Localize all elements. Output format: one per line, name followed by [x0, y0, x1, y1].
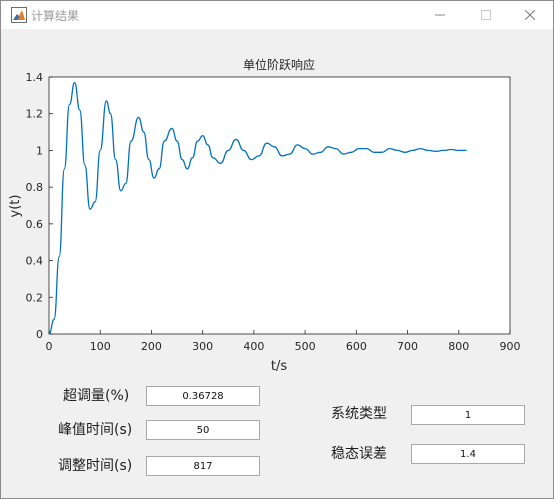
figure-client-area: 单位阶跃响应 0 100 200 300 400 500 600 700 800 900 0 0.2… [1, 29, 553, 498]
y-tick-label: 1.4 [26, 71, 44, 84]
x-tick-label: 700 [397, 340, 418, 353]
y-axis-label: y(t) [8, 195, 23, 218]
maximize-icon [481, 10, 491, 20]
x-tick-label: 200 [141, 340, 162, 353]
steady-state-error-field[interactable]: 1.4 [411, 444, 525, 464]
close-button[interactable] [507, 1, 553, 29]
x-axis-label: t/s [271, 359, 287, 374]
x-tick-label: 600 [346, 340, 367, 353]
x-tick-label: 100 [90, 340, 111, 353]
plot-area [48, 76, 511, 335]
y-tick-label: 0.2 [26, 291, 44, 304]
x-tick-label: 900 [500, 340, 521, 353]
system-type-field[interactable]: 1 [411, 405, 525, 425]
y-tick-label: 1 [36, 144, 43, 157]
settling-time-field[interactable]: 817 [146, 456, 260, 476]
step-response-chart: 单位阶跃响应 0 100 200 300 400 500 600 700 800 900 0 0.2… [8, 57, 521, 374]
peak-time-field[interactable]: 50 [146, 420, 260, 440]
y-tick-label: 0.8 [26, 181, 44, 194]
y-tick-label: 0.4 [26, 255, 44, 268]
x-tick-label: 300 [192, 340, 213, 353]
x-tick-label: 500 [295, 340, 316, 353]
system-type-label: 系统类型 [331, 406, 387, 422]
minimize-button[interactable] [417, 1, 463, 29]
close-icon [525, 10, 535, 20]
settling-time-label: 调整时间(s) [58, 458, 133, 474]
x-tick-label: 800 [448, 340, 469, 353]
matlab-figure-icon [11, 7, 27, 23]
figure-window: 计算结果 单位阶跃响应 0 100 200 300 400 500 600 700 800 900… [0, 0, 554, 499]
steady-state-error-label: 稳态误差 [331, 446, 387, 462]
y-tick-label: 0.6 [26, 218, 44, 231]
overshoot-label: 超调量(%) [63, 388, 130, 404]
maximize-button[interactable] [463, 1, 509, 29]
x-tick-label: 0 [46, 340, 53, 353]
chart-title: 单位阶跃响应 [243, 57, 315, 72]
x-tick-label: 400 [243, 340, 264, 353]
x-tick-labels: 0 100 200 300 400 500 600 700 800 900 [46, 340, 521, 353]
y-tick-labels: 0 0.2 0.4 0.6 0.8 1 1.2 1.4 [26, 71, 44, 341]
y-tick-label: 0 [36, 328, 43, 341]
window-title: 计算结果 [31, 9, 80, 23]
overshoot-field[interactable]: 0.36728 [146, 386, 260, 406]
y-tick-label: 1.2 [26, 108, 44, 121]
minimize-icon [435, 14, 445, 16]
peak-time-label: 峰值时间(s) [58, 422, 133, 438]
title-bar: 计算结果 [1, 1, 553, 29]
